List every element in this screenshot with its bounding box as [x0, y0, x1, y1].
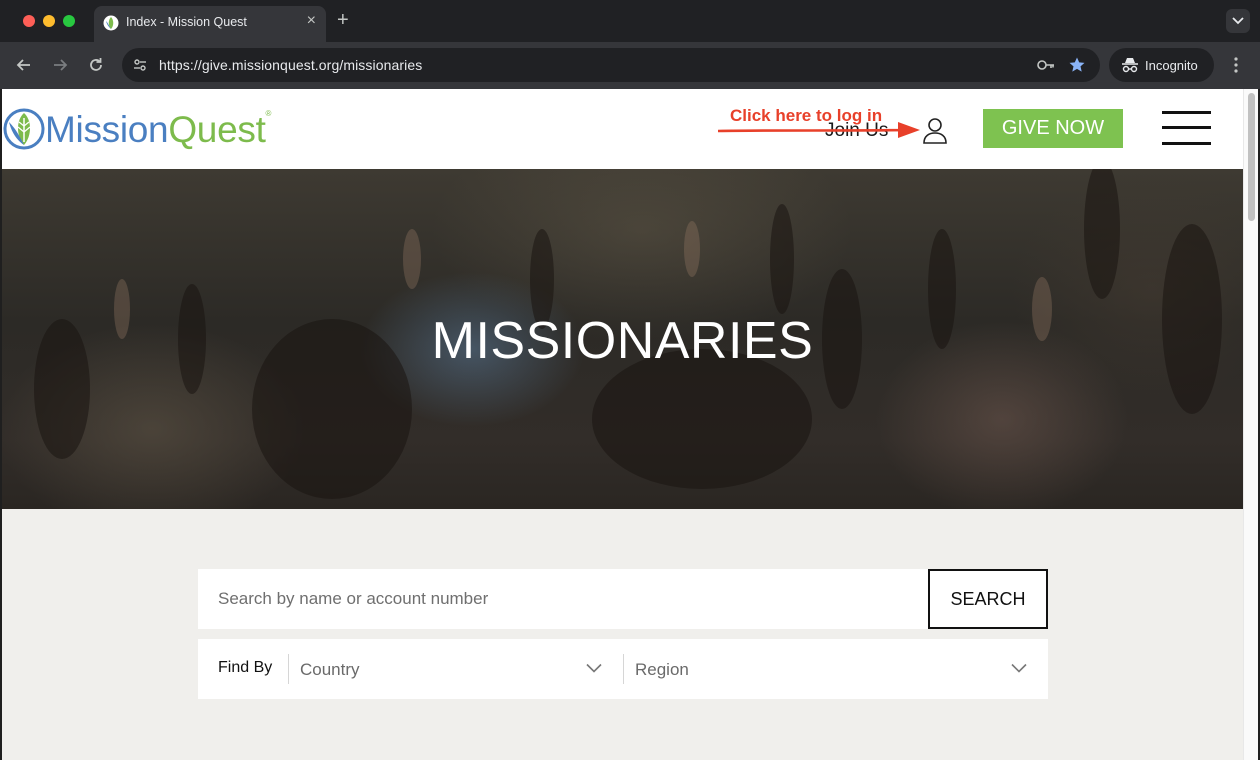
chevron-down-icon	[586, 663, 602, 673]
country-select[interactable]: Country	[288, 639, 622, 699]
logo-wordmark: MissionQuest®	[45, 109, 272, 150]
back-arrow-icon[interactable]	[14, 55, 34, 75]
hamburger-menu-icon[interactable]	[1162, 111, 1211, 145]
annotation-arrow-icon	[718, 122, 920, 138]
tab-strip: Index - Mission Quest × +	[0, 0, 1260, 42]
tab-title: Index - Mission Quest	[126, 15, 247, 29]
forward-arrow-icon[interactable]	[50, 55, 70, 75]
site-settings-icon[interactable]	[132, 57, 148, 73]
address-bar[interactable]: https://give.missionquest.org/missionari…	[122, 48, 1100, 82]
region-select[interactable]: Region	[623, 639, 1048, 699]
search-input[interactable]	[198, 569, 928, 629]
chevron-down-icon	[1011, 663, 1027, 673]
filter-bar: Find By Country Region	[198, 639, 1048, 699]
tab-close-icon[interactable]: ×	[307, 13, 316, 29]
tab-search-button[interactable]	[1226, 9, 1250, 33]
browser-tab-active[interactable]: Index - Mission Quest ×	[94, 6, 326, 42]
reload-icon[interactable]	[86, 55, 106, 75]
url-text: https://give.missionquest.org/missionari…	[159, 57, 423, 73]
chevron-down-icon	[1232, 17, 1244, 25]
user-account-icon[interactable]	[922, 117, 948, 145]
site-header: MissionQuest® Join Us Click here to log …	[2, 89, 1243, 169]
site-favicon-icon	[103, 15, 119, 31]
incognito-profile-button[interactable]: Incognito	[1109, 48, 1214, 82]
bookmark-star-icon[interactable]	[1068, 56, 1086, 74]
scrollbar-thumb[interactable]	[1248, 93, 1255, 221]
page-scrollbar[interactable]	[1243, 89, 1258, 760]
maximize-window-button[interactable]	[63, 15, 75, 27]
web-page: MissionQuest® Join Us Click here to log …	[2, 89, 1243, 760]
incognito-icon	[1122, 58, 1138, 73]
browser-toolbar: https://give.missionquest.org/missionari…	[0, 42, 1260, 89]
find-by-label: Find By	[218, 659, 273, 676]
page-title: MISSIONARIES	[431, 312, 814, 370]
browser-menu-icon[interactable]	[1228, 56, 1244, 74]
minimize-window-button[interactable]	[43, 15, 55, 27]
country-select-label: Country	[300, 660, 360, 679]
close-window-button[interactable]	[23, 15, 35, 27]
region-select-label: Region	[635, 660, 689, 679]
browser-chrome: Index - Mission Quest × + https://give.m…	[0, 0, 1260, 89]
give-now-button[interactable]: GIVE NOW	[983, 109, 1123, 148]
hero-banner: MISSIONARIES	[2, 169, 1243, 509]
search-button[interactable]: SEARCH	[928, 569, 1048, 629]
new-tab-icon[interactable]: +	[337, 10, 349, 30]
incognito-label: Incognito	[1145, 58, 1198, 73]
search-bar: SEARCH	[198, 569, 1048, 629]
leaf-logo-icon	[3, 108, 45, 150]
password-key-icon[interactable]	[1036, 58, 1056, 72]
